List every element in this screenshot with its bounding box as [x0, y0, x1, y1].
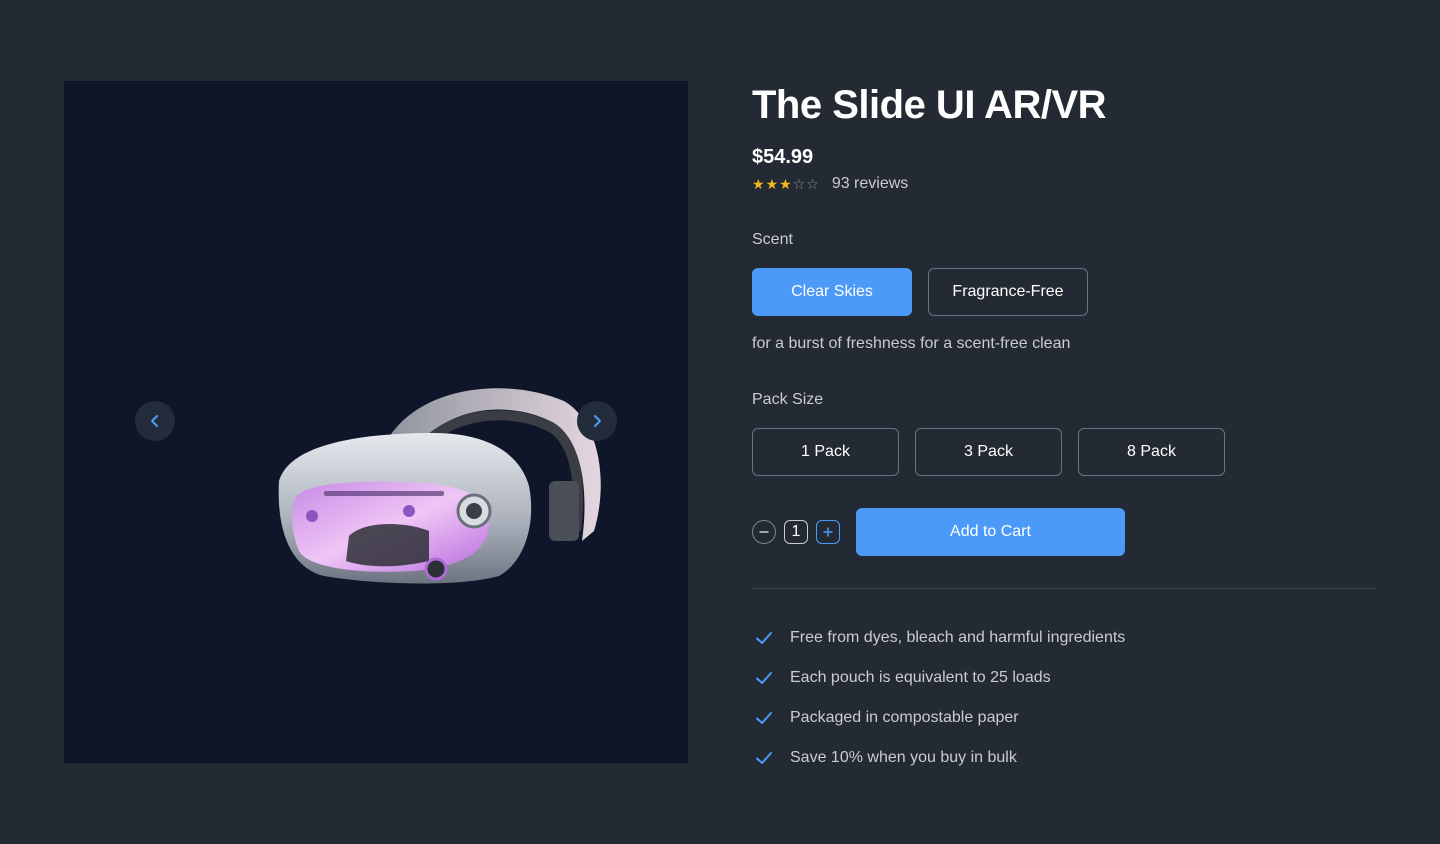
product-details: The Slide UI AR/VR $54.99 ★ ★ ★ ☆ ☆ 93 revie… — [752, 80, 1376, 766]
product-title: The Slide UI AR/VR — [752, 83, 1107, 127]
star-empty-icon: ☆ — [806, 176, 819, 192]
pack-option-8[interactable]: 8 Pack — [1078, 428, 1225, 476]
scent-option-clear-skies[interactable]: Clear Skies — [752, 268, 912, 316]
next-image-button[interactable] — [577, 401, 617, 441]
reviews-link[interactable]: 93 reviews — [832, 175, 908, 193]
feature-text: Packaged in compostable paper — [790, 709, 1019, 726]
quantity-input[interactable] — [784, 520, 808, 544]
checkmark-icon — [756, 712, 772, 724]
checkmark-icon — [756, 672, 772, 684]
pack-option-3[interactable]: 3 Pack — [915, 428, 1062, 476]
scent-label: Scent — [752, 231, 793, 248]
scent-description: for a burst of freshness for a scent-fre… — [752, 335, 1071, 352]
feature-item: Each pouch is equivalent to 25 loads — [752, 658, 1125, 698]
plus-icon — [823, 527, 833, 537]
divider — [752, 588, 1376, 589]
product-gallery — [64, 81, 688, 763]
star-filled-icon: ★ — [765, 176, 779, 192]
decrease-quantity-button[interactable] — [752, 520, 776, 544]
pack-option-1[interactable]: 1 Pack — [752, 428, 899, 476]
checkmark-icon — [756, 632, 772, 644]
feature-item: Free from dyes, bleach and harmful ingre… — [752, 618, 1125, 658]
scent-option-fragrance-free[interactable]: Fragrance-Free — [928, 268, 1088, 316]
feature-text: Free from dyes, bleach and harmful ingre… — [790, 629, 1126, 646]
quantity-stepper — [752, 520, 840, 544]
feature-text: Each pouch is equivalent to 25 loads — [790, 669, 1051, 686]
minus-icon — [759, 531, 769, 533]
star-filled-icon: ★ — [779, 176, 792, 192]
star-empty-icon: ☆ — [792, 176, 806, 192]
feature-item: Packaged in compostable paper — [752, 698, 1125, 738]
star-filled-icon: ★ — [752, 176, 765, 192]
checkmark-icon — [756, 752, 772, 764]
previous-image-button[interactable] — [135, 401, 175, 441]
pack-size-label: Pack Size — [752, 391, 824, 408]
feature-item: Save 10% when you buy in bulk — [752, 738, 1125, 778]
chevron-right-icon — [594, 415, 601, 427]
add-to-cart-button[interactable]: Add to Cart — [856, 508, 1125, 556]
feature-list: Free from dyes, bleach and harmful ingre… — [752, 618, 1125, 778]
increase-quantity-button[interactable] — [816, 520, 840, 544]
vr-headset-image — [278, 388, 601, 584]
chevron-left-icon — [151, 415, 158, 427]
star-rating: ★ ★ ★ ☆ ☆ — [752, 177, 819, 191]
feature-text: Save 10% when you buy in bulk — [790, 749, 1017, 766]
product-price: $54.99 — [752, 146, 814, 168]
product-rating: ★ ★ ★ ☆ ☆ 93 reviews — [752, 175, 908, 193]
